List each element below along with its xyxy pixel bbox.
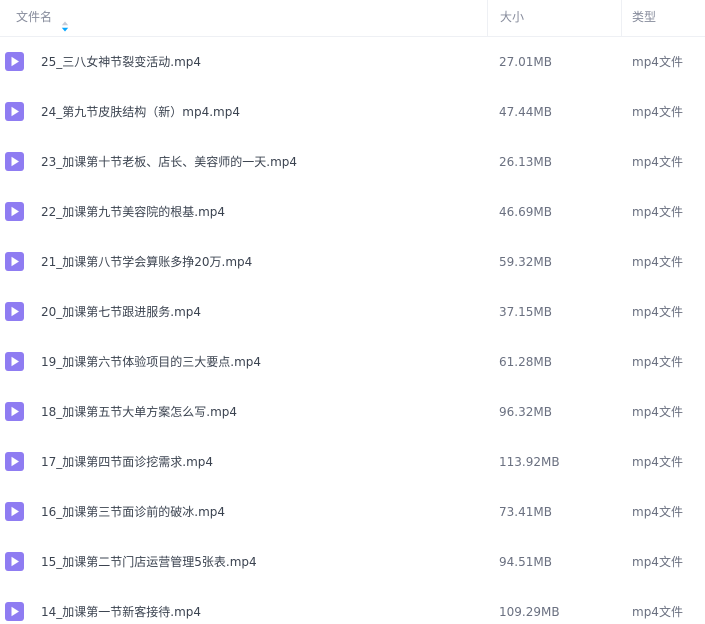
video-file-icon[interactable] xyxy=(5,152,24,171)
file-row[interactable]: 24_第九节皮肤结构（新）mp4.mp4 47.44MB mp4文件 xyxy=(0,87,705,137)
file-type: mp4文件 xyxy=(632,455,683,469)
file-list-table: 文件名 大小 类型 25_三八女神节裂变活动.mp4 27.01MB mp4文件 24… xyxy=(0,0,705,624)
video-file-icon[interactable] xyxy=(5,102,24,121)
video-file-icon[interactable] xyxy=(5,402,24,421)
file-name[interactable]: 25_三八女神节裂变活动.mp4 xyxy=(41,37,201,87)
file-name[interactable]: 18_加课第五节大单方案怎么写.mp4 xyxy=(41,387,237,437)
file-size: 37.15MB xyxy=(499,305,552,319)
file-size: 61.28MB xyxy=(499,355,552,369)
file-rows: 25_三八女神节裂变活动.mp4 27.01MB mp4文件 24_第九节皮肤结构（新… xyxy=(0,37,705,624)
video-file-icon[interactable] xyxy=(5,52,24,71)
file-size: 94.51MB xyxy=(499,555,552,569)
file-name[interactable]: 17_加课第四节面诊挖需求.mp4 xyxy=(41,437,213,487)
file-type: mp4文件 xyxy=(632,55,683,69)
column-header-name[interactable]: 文件名 xyxy=(16,0,69,36)
file-size: 113.92MB xyxy=(499,455,560,469)
video-file-icon[interactable] xyxy=(5,352,24,371)
file-row[interactable]: 22_加课第九节美容院的根基.mp4 46.69MB mp4文件 xyxy=(0,187,705,237)
file-size: 96.32MB xyxy=(499,405,552,419)
file-type: mp4文件 xyxy=(632,355,683,369)
file-row[interactable]: 23_加课第十节老板、店长、美容师的一天.mp4 26.13MB mp4文件 xyxy=(0,137,705,187)
file-name[interactable]: 22_加课第九节美容院的根基.mp4 xyxy=(41,187,225,237)
file-type: mp4文件 xyxy=(632,305,683,319)
video-file-icon[interactable] xyxy=(5,552,24,571)
file-name[interactable]: 19_加课第六节体验项目的三大要点.mp4 xyxy=(41,337,261,387)
file-row[interactable]: 15_加课第二节门店运营管理5张表.mp4 94.51MB mp4文件 xyxy=(0,537,705,587)
file-row[interactable]: 17_加课第四节面诊挖需求.mp4 113.92MB mp4文件 xyxy=(0,437,705,487)
video-file-icon[interactable] xyxy=(5,602,24,621)
file-name[interactable]: 15_加课第二节门店运营管理5张表.mp4 xyxy=(41,537,257,587)
column-header-name-label: 文件名 xyxy=(16,10,53,24)
file-name[interactable]: 24_第九节皮肤结构（新）mp4.mp4 xyxy=(41,87,240,137)
file-type: mp4文件 xyxy=(632,205,683,219)
file-size: 46.69MB xyxy=(499,205,552,219)
file-size: 26.13MB xyxy=(499,155,552,169)
file-type: mp4文件 xyxy=(632,405,683,419)
file-name[interactable]: 14_加课第一节新客接待.mp4 xyxy=(41,587,201,624)
file-type: mp4文件 xyxy=(632,505,683,519)
file-size: 47.44MB xyxy=(499,105,552,119)
column-divider[interactable] xyxy=(487,0,488,36)
file-row[interactable]: 21_加课第八节学会算账多挣20万.mp4 59.32MB mp4文件 xyxy=(0,237,705,287)
file-row[interactable]: 16_加课第三节面诊前的破冰.mp4 73.41MB mp4文件 xyxy=(0,487,705,537)
file-size: 109.29MB xyxy=(499,605,560,619)
file-size: 27.01MB xyxy=(499,55,552,69)
file-type: mp4文件 xyxy=(632,255,683,269)
file-type: mp4文件 xyxy=(632,555,683,569)
file-row[interactable]: 25_三八女神节裂变活动.mp4 27.01MB mp4文件 xyxy=(0,37,705,87)
file-size: 73.41MB xyxy=(499,505,552,519)
video-file-icon[interactable] xyxy=(5,302,24,321)
column-header-type[interactable]: 类型 xyxy=(632,0,656,36)
video-file-icon[interactable] xyxy=(5,202,24,221)
sort-icon[interactable] xyxy=(61,11,69,32)
file-row[interactable]: 14_加课第一节新客接待.mp4 109.29MB mp4文件 xyxy=(0,587,705,624)
column-header-size[interactable]: 大小 xyxy=(500,0,524,36)
video-file-icon[interactable] xyxy=(5,452,24,471)
file-row[interactable]: 19_加课第六节体验项目的三大要点.mp4 61.28MB mp4文件 xyxy=(0,337,705,387)
file-size: 59.32MB xyxy=(499,255,552,269)
file-name[interactable]: 16_加课第三节面诊前的破冰.mp4 xyxy=(41,487,225,537)
file-name[interactable]: 23_加课第十节老板、店长、美容师的一天.mp4 xyxy=(41,137,297,187)
column-divider[interactable] xyxy=(621,0,622,36)
file-row[interactable]: 18_加课第五节大单方案怎么写.mp4 96.32MB mp4文件 xyxy=(0,387,705,437)
table-header: 文件名 大小 类型 xyxy=(0,0,705,37)
file-row[interactable]: 20_加课第七节跟进服务.mp4 37.15MB mp4文件 xyxy=(0,287,705,337)
video-file-icon[interactable] xyxy=(5,252,24,271)
file-type: mp4文件 xyxy=(632,155,683,169)
file-type: mp4文件 xyxy=(632,105,683,119)
file-name[interactable]: 21_加课第八节学会算账多挣20万.mp4 xyxy=(41,237,252,287)
video-file-icon[interactable] xyxy=(5,502,24,521)
file-name[interactable]: 20_加课第七节跟进服务.mp4 xyxy=(41,287,201,337)
file-type: mp4文件 xyxy=(632,605,683,619)
